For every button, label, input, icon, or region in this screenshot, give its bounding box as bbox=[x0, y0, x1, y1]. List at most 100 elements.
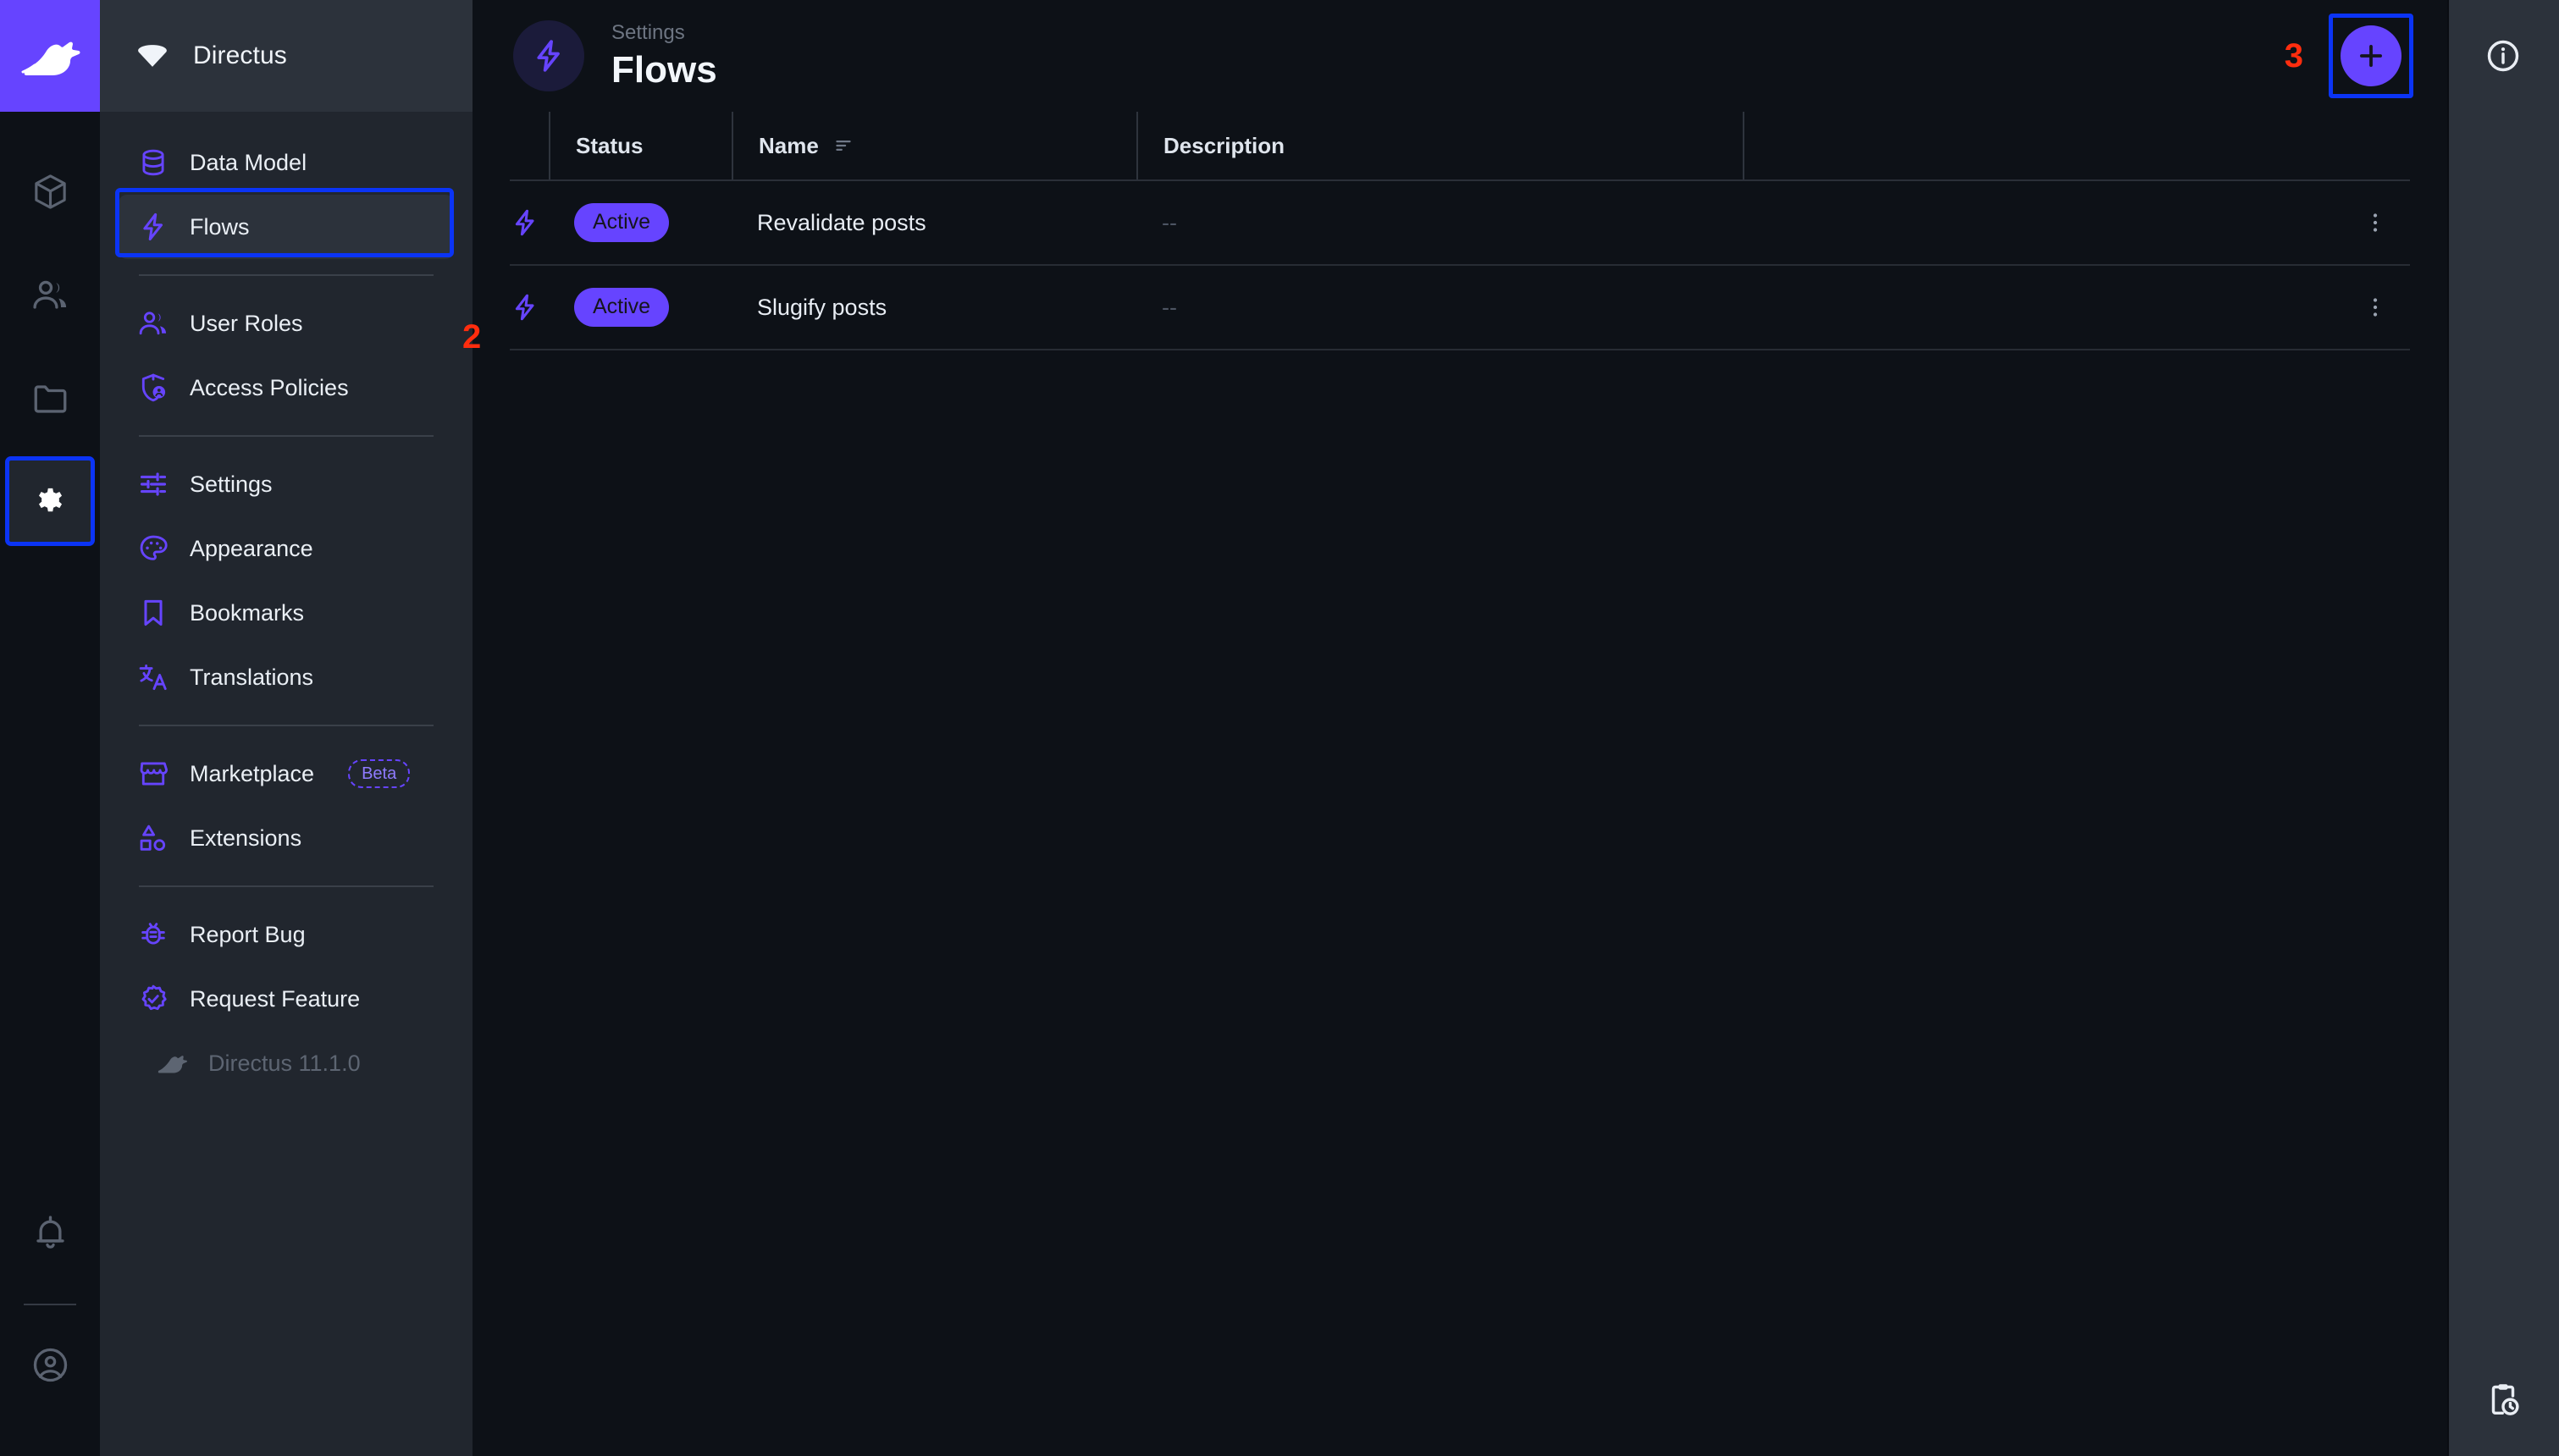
column-header-spacer bbox=[1743, 112, 2410, 179]
rail-item-list bbox=[0, 112, 100, 562]
row-name-cell: Revalidate posts bbox=[757, 209, 926, 235]
row-status-cell: Active bbox=[549, 266, 732, 349]
column-header-name-label: Name bbox=[759, 132, 819, 158]
storefront-icon bbox=[137, 758, 169, 790]
sidebar-item-report-bug[interactable]: Report Bug bbox=[119, 902, 454, 967]
right-drawer bbox=[2447, 0, 2559, 1456]
shield-person-icon bbox=[137, 372, 169, 404]
folder-icon bbox=[34, 384, 66, 413]
header-actions: 3 bbox=[2285, 14, 2413, 98]
translate-icon bbox=[137, 661, 169, 693]
row-actions-cell bbox=[1743, 266, 2410, 349]
info-circle-icon bbox=[2487, 40, 2519, 72]
module-rail bbox=[0, 0, 100, 1456]
sidebar-item-label: Bookmarks bbox=[190, 599, 305, 626]
drawer-edge bbox=[2447, 0, 2449, 1456]
sidebar-item-request-feature[interactable]: Request Feature bbox=[119, 967, 454, 1031]
diamond-icon bbox=[138, 45, 167, 67]
version-text: Directus 11.1.0 bbox=[208, 1050, 361, 1076]
rail-divider bbox=[24, 1304, 76, 1305]
activity-log-button[interactable] bbox=[2447, 1344, 2559, 1456]
sidebar-item-access-policies[interactable]: Access Policies bbox=[119, 356, 454, 420]
settings-sidebar: Directus Data Model Flows User Roles Acc… bbox=[100, 0, 473, 1456]
column-header-status[interactable]: Status bbox=[549, 112, 732, 179]
row-menu-button[interactable] bbox=[2352, 200, 2398, 245]
column-header-icon bbox=[510, 112, 549, 179]
directus-brandmark-icon bbox=[134, 37, 171, 74]
more-vertical-icon bbox=[2373, 213, 2378, 232]
tune-icon bbox=[137, 468, 169, 500]
bug-icon bbox=[137, 918, 169, 951]
rail-item-settings[interactable] bbox=[5, 456, 95, 546]
rail-item-notifications[interactable] bbox=[8, 1190, 92, 1275]
row-menu-button[interactable] bbox=[2352, 284, 2398, 330]
sidebar-item-bookmarks[interactable]: Bookmarks bbox=[119, 581, 454, 645]
row-description-cell: -- bbox=[1162, 294, 1177, 320]
verified-icon bbox=[137, 983, 169, 1015]
bell-icon bbox=[36, 1215, 64, 1249]
rabbit-small-icon bbox=[158, 1056, 187, 1073]
sidebar-item-translations[interactable]: Translations bbox=[119, 645, 454, 709]
row-name-cell: Slugify posts bbox=[757, 294, 887, 320]
sidebar-item-flows[interactable]: Flows bbox=[119, 195, 454, 259]
more-vertical-icon bbox=[2373, 298, 2378, 317]
clipboard-clock-icon bbox=[2491, 1384, 2519, 1415]
annotation-marker-2: 2 bbox=[462, 318, 482, 356]
rail-item-content[interactable] bbox=[8, 149, 92, 234]
main-content: Settings Flows 3 2 Status Name Descripti… bbox=[462, 0, 2447, 1456]
status-badge: Active bbox=[574, 203, 670, 242]
bolt-icon bbox=[137, 211, 169, 243]
rail-item-files[interactable] bbox=[8, 356, 92, 440]
drawer-bottom-group bbox=[2447, 1344, 2559, 1456]
sidebar-item-label: Extensions bbox=[190, 825, 302, 851]
sidebar-item-label: Data Model bbox=[190, 149, 307, 175]
sidebar-brand-name: Directus bbox=[193, 41, 287, 69]
gear-icon bbox=[38, 488, 62, 511]
sidebar-item-label: User Roles bbox=[190, 310, 303, 336]
sidebar-divider bbox=[139, 885, 434, 887]
rail-item-account[interactable] bbox=[8, 1322, 92, 1407]
bolt-icon bbox=[515, 294, 534, 321]
directus-app-window: Directus Data Model Flows User Roles Acc… bbox=[0, 0, 2559, 1456]
status-badge: Active bbox=[574, 288, 670, 327]
page-bolt-icon bbox=[513, 20, 584, 91]
table-row[interactable]: Active Revalidate posts -- bbox=[510, 181, 2410, 266]
sidebar-item-label: Request Feature bbox=[190, 985, 361, 1012]
row-description-cell: -- bbox=[1162, 209, 1177, 235]
version-label: Directus 11.1.0 bbox=[119, 1031, 454, 1095]
directus-logo[interactable] bbox=[0, 0, 100, 112]
beta-badge: Beta bbox=[348, 759, 411, 788]
table-row[interactable]: Active Slugify posts -- bbox=[510, 266, 2410, 350]
sidebar-divider bbox=[139, 274, 434, 276]
create-flow-button[interactable] bbox=[2341, 25, 2401, 86]
sidebar-divider bbox=[139, 725, 434, 726]
breadcrumb[interactable]: Settings bbox=[611, 21, 717, 46]
sidebar-item-label: Report Bug bbox=[190, 921, 306, 947]
sidebar-item-user-roles[interactable]: User Roles bbox=[119, 291, 454, 356]
sidebar-item-label: Access Policies bbox=[190, 374, 349, 400]
sidebar-header[interactable]: Directus bbox=[100, 0, 473, 112]
cube-icon bbox=[34, 174, 66, 209]
sort-ascending-icon[interactable] bbox=[832, 135, 854, 157]
people-icon bbox=[32, 280, 66, 309]
sidebar-item-data-model[interactable]: Data Model bbox=[119, 130, 454, 195]
plus-icon bbox=[2360, 45, 2382, 67]
row-actions-cell bbox=[1743, 181, 2410, 264]
rail-bottom-group bbox=[0, 1190, 100, 1456]
sidebar-item-label: Settings bbox=[190, 471, 273, 497]
bolt-icon bbox=[537, 40, 560, 72]
info-button[interactable] bbox=[2447, 0, 2559, 112]
sidebar-item-marketplace[interactable]: Marketplace Beta bbox=[119, 742, 454, 806]
column-header-name[interactable]: Name bbox=[732, 112, 1136, 179]
shapes-icon bbox=[137, 822, 169, 854]
add-button-highlight-box bbox=[2329, 14, 2413, 98]
palette-icon bbox=[137, 532, 169, 565]
sidebar-item-settings[interactable]: Settings bbox=[119, 452, 454, 516]
rail-item-users[interactable] bbox=[8, 252, 92, 337]
sidebar-item-label: Marketplace bbox=[190, 760, 315, 786]
sidebar-item-appearance[interactable]: Appearance bbox=[119, 516, 454, 581]
column-header-description[interactable]: Description bbox=[1136, 112, 1743, 179]
sidebar-item-extensions[interactable]: Extensions bbox=[119, 806, 454, 870]
sidebar-item-label: Appearance bbox=[190, 535, 313, 561]
row-bolt-icon bbox=[510, 266, 549, 349]
